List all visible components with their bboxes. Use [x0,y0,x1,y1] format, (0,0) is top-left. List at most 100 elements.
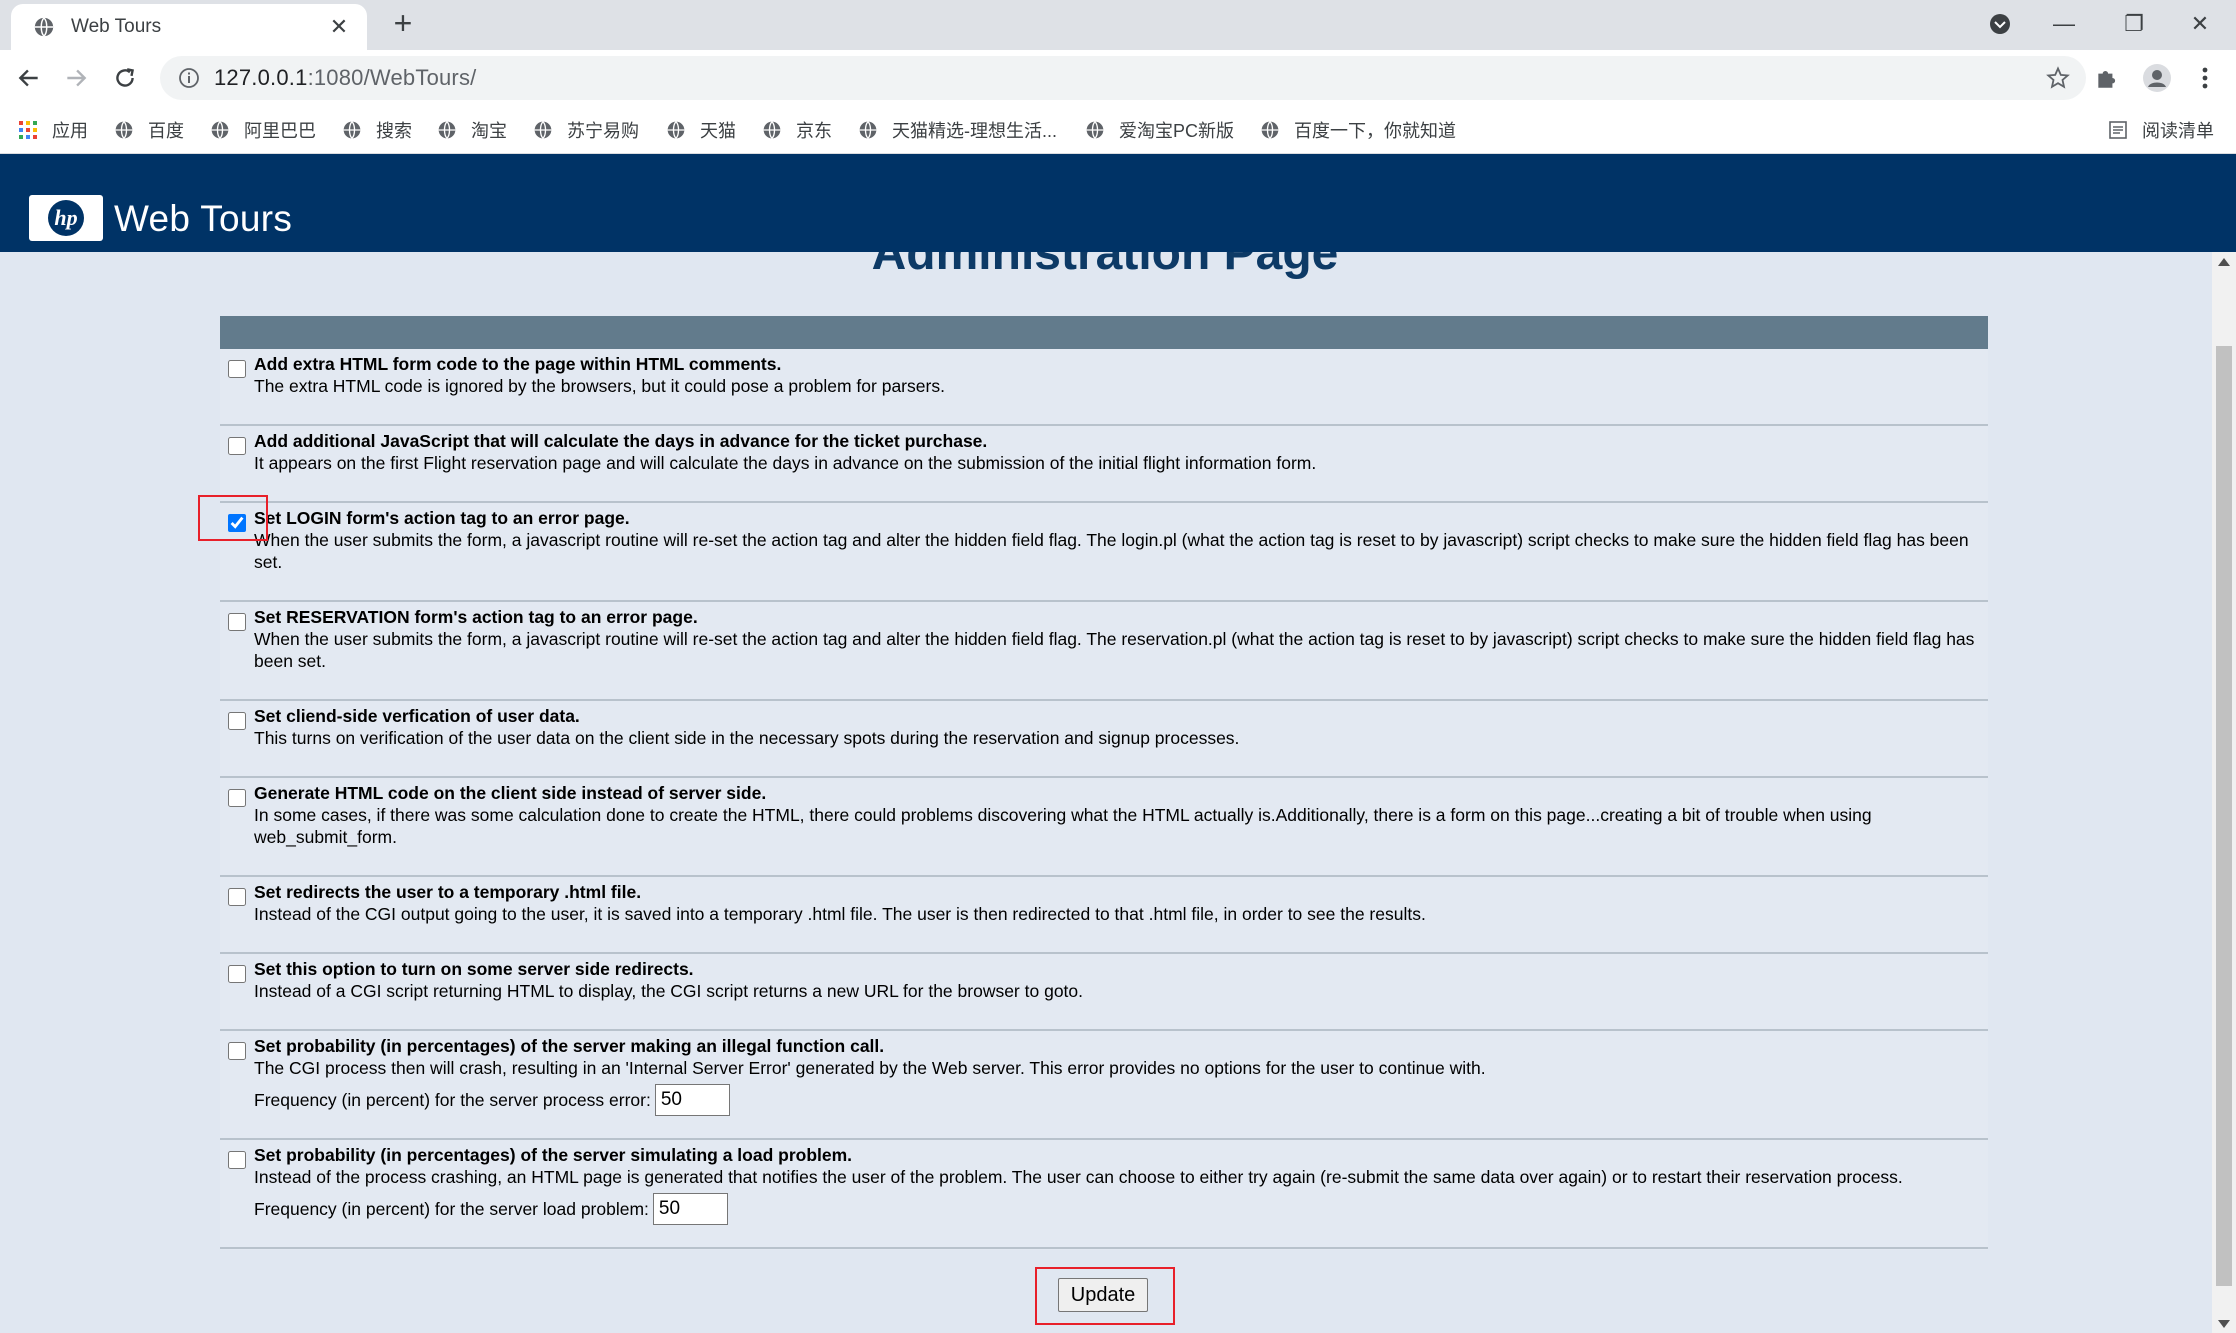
bookmark-label: 淘宝 [471,121,507,141]
address-bar[interactable]: 127.0.0.1:1080/WebTours/ [160,56,2086,100]
back-icon[interactable] [10,59,48,97]
close-tab-icon[interactable]: ✕ [325,14,353,40]
reading-list-button[interactable]: 阅读清单 [2108,118,2214,142]
bookmark-item[interactable]: 苏宁易购 [533,118,639,142]
extensions-icon[interactable] [2088,59,2126,97]
globe-icon [342,120,362,140]
globe-icon [210,120,230,140]
globe-icon [1260,120,1280,140]
bookmark-item[interactable]: 京东 [762,118,832,142]
scroll-up-icon[interactable] [2218,258,2230,266]
bookmark-label: 百度一下，你就知道 [1294,121,1456,141]
page-scrollbar[interactable] [2212,252,2236,1333]
option-row: Set cliend-side verfication of user data… [220,701,1988,778]
globe-icon [34,17,54,37]
bookmark-item[interactable]: 百度一下，你就知道 [1260,118,1456,142]
bookmark-label: 搜索 [376,121,412,141]
reading-list-icon [2109,121,2127,139]
bookmark-label: 阿里巴巴 [244,121,316,141]
url-text[interactable]: 127.0.0.1:1080/WebTours/ [214,65,476,91]
update-button[interactable]: Update [1058,1278,1148,1312]
option-title: Generate HTML code on the client side in… [254,783,767,803]
bookmark-item[interactable]: 阿里巴巴 [210,118,316,142]
option-row: Generate HTML code on the client side in… [220,778,1988,877]
option-title: Set this option to turn on some server s… [254,959,694,979]
bookmark-label: 百度 [148,121,184,141]
option-text: Set this option to turn on some server s… [254,958,1978,1002]
frequency-label: Frequency (in percent) for the server pr… [254,1090,651,1110]
option-description: The extra HTML code is ignored by the br… [254,376,945,396]
globe-icon [858,120,878,140]
option-row: Set probability (in percentages) of the … [220,1140,1988,1249]
bookmark-label: 爱淘宝PC新版 [1119,121,1235,141]
option-checkbox[interactable] [228,1042,246,1060]
option-description: It appears on the first Flight reservati… [254,453,1317,473]
option-title: Set cliend-side verfication of user data… [254,706,580,726]
forward-icon[interactable] [57,59,95,97]
site-title: Web Tours [114,198,293,239]
bookmark-item[interactable]: 百度 [114,118,184,142]
option-text: Add additional JavaScript that will calc… [254,430,1978,474]
new-tab-button[interactable]: + [386,7,420,42]
option-checkbox[interactable] [228,437,246,455]
option-description: When the user submits the form, a javasc… [254,629,1975,671]
options-header-bar [220,316,1988,349]
option-text: Set probability (in percentages) of the … [254,1035,1978,1116]
option-text: Set probability (in percentages) of the … [254,1144,1978,1225]
globe-icon [666,120,686,140]
option-checkbox[interactable] [228,613,246,631]
profile-avatar-icon[interactable] [2138,59,2176,97]
page-viewport: hp Web Tours Administration Page Add ext… [0,154,2236,1333]
browser-toolbar: 127.0.0.1:1080/WebTours/ [0,50,2236,106]
option-title: Set redirects the user to a temporary .h… [254,882,642,902]
globe-icon [533,120,553,140]
option-description: In some cases, if there was some calcula… [254,805,1872,847]
scroll-down-icon[interactable] [2218,1320,2230,1328]
globe-icon [1085,120,1105,140]
option-title: Set RESERVATION form's action tag to an … [254,607,698,627]
bookmark-item[interactable]: 天猫 [666,118,736,142]
frequency-input[interactable] [652,1193,728,1225]
option-description: This turns on verification of the user d… [254,728,1240,748]
scroll-thumb[interactable] [2216,346,2232,1286]
option-row: Set RESERVATION form's action tag to an … [220,602,1988,701]
tab-strip: Web Tours ✕ + — ❐ ✕ [0,0,2236,50]
hp-logo-text: hp [54,205,77,230]
site-info-icon[interactable] [178,67,200,89]
option-row: Set probability (in percentages) of the … [220,1031,1988,1140]
bookmark-star-icon[interactable] [2046,66,2070,90]
option-checkbox[interactable] [228,965,246,983]
option-text: Add extra HTML form code to the page wit… [254,353,1978,397]
option-title: Set probability (in percentages) of the … [254,1036,885,1056]
reading-list-label: 阅读清单 [2142,121,2214,141]
close-window-icon[interactable]: ✕ [2170,6,2230,42]
option-text: Set LOGIN form's action tag to an error … [254,507,1978,573]
minimize-icon[interactable]: — [2034,6,2094,42]
globe-icon [762,120,782,140]
frequency-input[interactable] [654,1084,730,1116]
bookmark-label: 苏宁易购 [567,121,639,141]
bookmark-item[interactable]: 淘宝 [437,118,507,142]
option-checkbox[interactable] [228,514,246,532]
bookmark-item[interactable]: 搜索 [342,118,412,142]
bookmark-apps[interactable]: 应用 [18,118,88,142]
option-checkbox[interactable] [228,888,246,906]
option-text: Set cliend-side verfication of user data… [254,705,1978,749]
option-checkbox[interactable] [228,789,246,807]
globe-icon [437,120,457,140]
option-checkbox[interactable] [228,712,246,730]
option-checkbox[interactable] [228,360,246,378]
bookmark-item[interactable]: 爱淘宝PC新版 [1085,118,1234,142]
option-checkbox[interactable] [228,1151,246,1169]
admin-options-form: Add extra HTML form code to the page wit… [220,316,1988,1250]
tab-search-icon[interactable] [1970,6,2030,42]
option-title: Add additional JavaScript that will calc… [254,431,988,451]
menu-kebab-icon[interactable] [2186,59,2224,97]
restore-icon[interactable]: ❐ [2104,6,2164,42]
reload-icon[interactable] [106,59,144,97]
bookmark-item[interactable]: 天猫精选-理想生活... [858,118,1057,142]
bookmark-label: 京东 [796,121,832,141]
bookmark-label: 应用 [52,121,88,141]
hp-logo[interactable]: hp [29,195,103,241]
browser-tab[interactable]: Web Tours ✕ [11,4,367,50]
